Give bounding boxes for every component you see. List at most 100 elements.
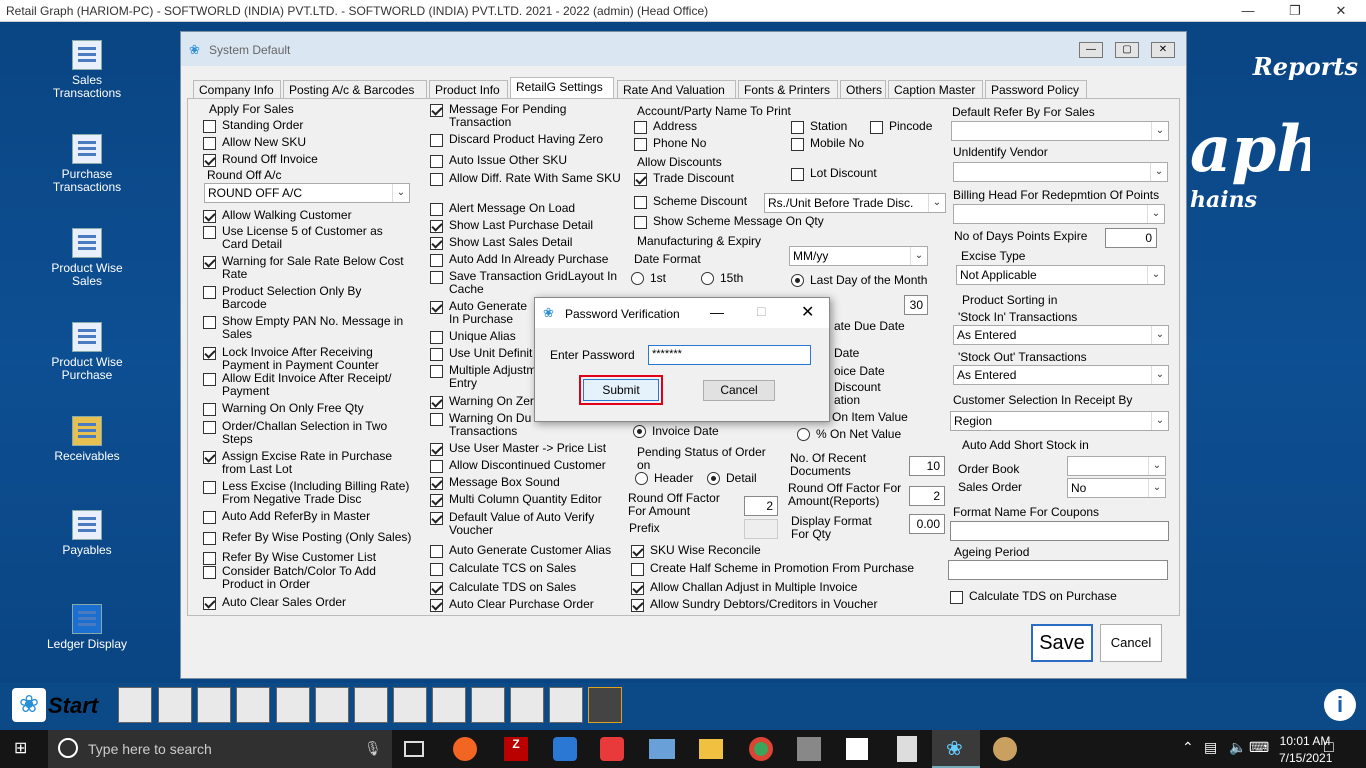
round-off-reports-input[interactable]: 2 <box>909 486 945 506</box>
quick-icon-8[interactable] <box>393 687 427 723</box>
tools-icon[interactable] <box>797 737 821 761</box>
calculator-icon[interactable] <box>897 736 917 762</box>
date-format-select[interactable]: MM/yy ⌄ <box>789 246 928 266</box>
minimize-icon[interactable]: — <box>710 304 724 320</box>
info-icon[interactable]: i <box>1324 689 1356 721</box>
pending-status-label: Pending Status of Order on <box>637 445 766 472</box>
order-book-select[interactable]: ⌄ <box>1067 456 1166 476</box>
days-expire-input[interactable]: 0 <box>1105 228 1157 248</box>
quick-icon-9[interactable] <box>432 687 466 723</box>
order-book-label: Order Book <box>958 462 1020 476</box>
notification-icon[interactable]: □ <box>1324 739 1334 757</box>
round-off-ac-select[interactable]: ROUND OFF A/C ⌄ <box>204 183 410 203</box>
days-input[interactable]: 30 <box>904 295 928 315</box>
coins-icon <box>72 416 102 446</box>
filezilla-icon[interactable]: Z <box>504 737 528 761</box>
quick-icon-5[interactable] <box>276 687 310 723</box>
chevron-down-icon: ⌄ <box>1151 122 1168 140</box>
oice-date-label: oice Date <box>834 364 885 378</box>
tab-fonts-printers[interactable]: Fonts & Printers <box>738 80 838 99</box>
ageing-period-input[interactable] <box>948 560 1168 580</box>
close-icon[interactable]: ✕ <box>1151 42 1175 58</box>
task-view-icon[interactable] <box>404 741 424 757</box>
auto-add-short-label: Auto Add Short Stock in <box>962 438 1089 452</box>
quick-icon-4[interactable] <box>236 687 270 723</box>
laptop-icon[interactable] <box>649 739 675 759</box>
windows-start-icon[interactable]: ⊞ <box>14 740 32 758</box>
tab-posting[interactable]: Posting A/c & Barcodes <box>283 80 427 99</box>
quick-icon-7[interactable] <box>354 687 388 723</box>
quick-icon-10[interactable] <box>471 687 505 723</box>
minimize-icon[interactable]: — <box>1228 0 1268 22</box>
restore-icon[interactable]: ❐ <box>1275 0 1315 22</box>
close-icon[interactable]: ✕ <box>801 302 814 322</box>
tab-others[interactable]: Others <box>840 80 886 99</box>
chrome-icon[interactable] <box>749 737 773 761</box>
stock-out-select[interactable]: As Entered ⌄ <box>953 365 1169 385</box>
customer-selection-select[interactable]: Region ⌄ <box>950 411 1169 431</box>
tab-rate-valuation[interactable]: Rate And Valuation <box>617 80 736 99</box>
scheme-discount-select[interactable]: Rs./Unit Before Trade Disc. ⌄ <box>764 193 946 213</box>
quick-icon-6[interactable] <box>315 687 349 723</box>
screen-capture-icon[interactable] <box>553 737 577 761</box>
tab-retailg-settings[interactable]: RetailG Settings <box>510 77 614 99</box>
cancel-button[interactable]: Cancel <box>1100 624 1162 662</box>
quick-icon-13[interactable] <box>588 687 622 723</box>
desktop-icon-receivables[interactable]: Receivables <box>37 416 137 463</box>
microphone-icon[interactable]: 🎙 <box>364 740 382 757</box>
chevron-down-icon: ⌄ <box>910 247 927 265</box>
volume-icon[interactable]: 🔈 <box>1229 739 1246 756</box>
recent-docs-input[interactable]: 10 <box>909 456 945 476</box>
chevron-down-icon: ⌄ <box>1147 266 1164 284</box>
password-dialog-header: ❀ Password Verification — □ ✕ <box>535 298 829 328</box>
stock-in-select[interactable]: As Entered ⌄ <box>953 325 1169 345</box>
maximize-icon[interactable]: ▢ <box>1115 42 1139 58</box>
search-box[interactable]: Type here to search 🎙 <box>48 730 392 768</box>
network-icon[interactable]: ▤ <box>1204 739 1217 756</box>
tab-caption-master[interactable]: Caption Master <box>888 80 983 99</box>
round-off-amount-input[interactable]: 2 <box>744 496 778 516</box>
close-icon[interactable]: ✕ <box>1321 0 1361 22</box>
acct-party-label: Account/Party Name To Print <box>637 104 791 118</box>
sales-order-select[interactable]: No ⌄ <box>1067 478 1166 498</box>
desktop-icon-ledger-display[interactable]: Ledger Display <box>37 604 137 651</box>
excise-type-select[interactable]: Not Applicable ⌄ <box>956 265 1165 285</box>
password-input[interactable]: ******* <box>648 345 811 365</box>
quick-icon-1[interactable] <box>118 687 152 723</box>
tab-company-info[interactable]: Company Info <box>193 80 281 99</box>
display-format-input[interactable]: 0.00 <box>909 514 945 534</box>
customer-selection-label: Customer Selection In Receipt By <box>953 393 1133 407</box>
app-titlebar: Retail Graph (HARIOM-PC) - SOFTWORLD (IN… <box>0 0 1366 22</box>
retail-graph-taskbar-item[interactable]: ❀ <box>932 730 980 768</box>
submit-button[interactable]: Submit <box>583 379 659 401</box>
unidentify-vendor-select[interactable]: ⌄ <box>953 162 1168 182</box>
desktop-icon-product-wise-sales[interactable]: Product Wise Sales <box>37 228 137 288</box>
quick-icon-3[interactable] <box>197 687 231 723</box>
minimize-icon[interactable]: — <box>1079 42 1103 58</box>
save-button[interactable]: Save <box>1031 624 1093 662</box>
quick-icon-2[interactable] <box>158 687 192 723</box>
prefix-input[interactable] <box>744 519 778 539</box>
paint-icon[interactable] <box>993 737 1017 761</box>
desktop-icon-payables[interactable]: Payables <box>37 510 137 557</box>
tab-product-info[interactable]: Product Info <box>429 80 508 99</box>
desktop-icon-sales-transactions[interactable]: Sales Transactions <box>37 40 137 100</box>
sticky-notes-icon[interactable] <box>846 738 868 760</box>
quick-icon-12[interactable] <box>549 687 583 723</box>
desktop-icon-product-wise-purchase[interactable]: Product Wise Purchase <box>37 322 137 382</box>
quick-icon-11[interactable] <box>510 687 544 723</box>
desktop-icon-purchase-transactions[interactable]: Purchase Transactions <box>37 134 137 194</box>
language-icon[interactable]: ⌨ <box>1249 739 1269 756</box>
tab-password-policy[interactable]: Password Policy <box>985 80 1087 99</box>
default-refer-select[interactable]: ⌄ <box>951 121 1169 141</box>
chevron-up-icon[interactable]: ⌃ <box>1182 739 1194 756</box>
start-label[interactable]: Start <box>48 693 98 719</box>
billing-head-label: Billing Head For Redepmtion Of Points <box>953 188 1160 202</box>
file-explorer-icon[interactable] <box>699 739 723 759</box>
anydesk-icon[interactable] <box>600 737 624 761</box>
billing-head-select[interactable]: ⌄ <box>953 204 1165 224</box>
brave-icon[interactable] <box>453 737 477 761</box>
password-cancel-button[interactable]: Cancel <box>703 380 775 401</box>
app-logo-icon[interactable]: ❀ <box>12 688 46 722</box>
format-coupons-input[interactable] <box>950 521 1169 541</box>
